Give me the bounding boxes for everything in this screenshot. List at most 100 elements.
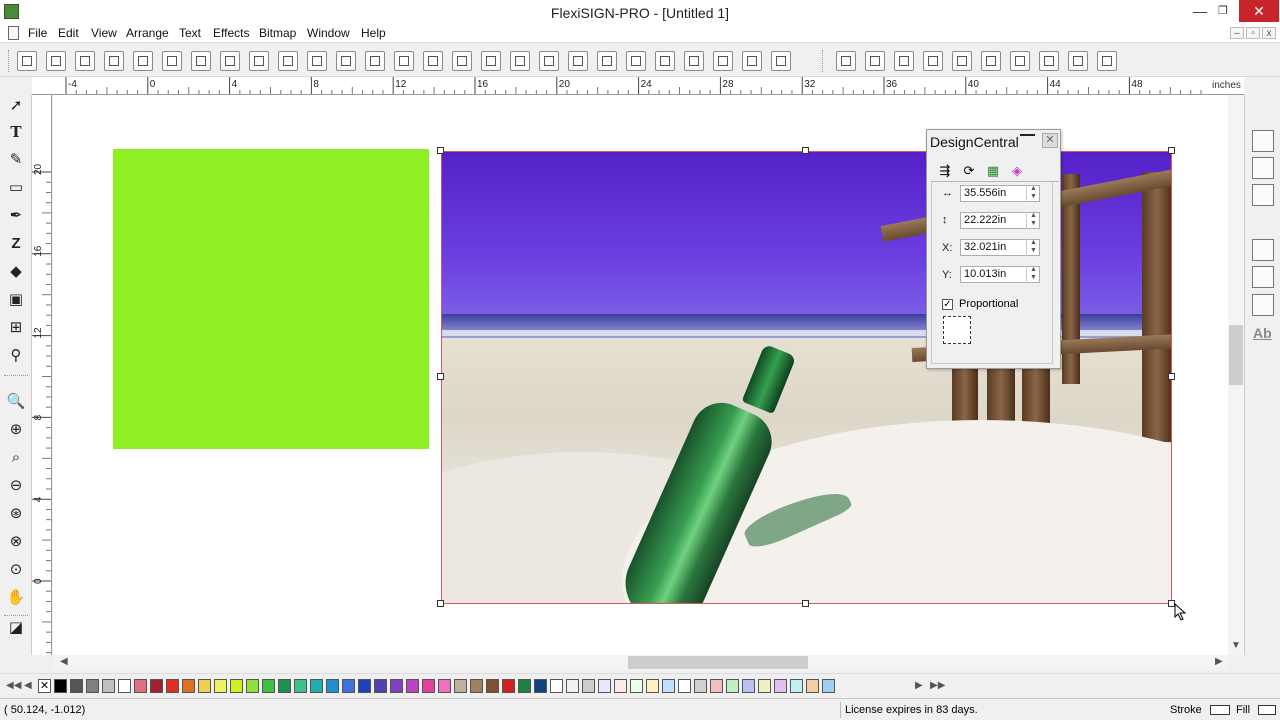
horizontal-scroll-thumb[interactable] bbox=[628, 656, 808, 669]
zoom-all-icon[interactable]: ⊛ bbox=[5, 503, 27, 525]
selection-handle[interactable] bbox=[802, 600, 809, 607]
transform-tool-icon[interactable]: ⊞ bbox=[5, 317, 27, 339]
zigzag-tool-icon[interactable]: Z bbox=[5, 233, 27, 255]
color-swatch[interactable] bbox=[310, 679, 323, 693]
select-all-icon[interactable] bbox=[481, 51, 501, 71]
y-spinner[interactable]: ▲ ▼ bbox=[1026, 266, 1040, 283]
menu-help[interactable]: Help bbox=[361, 26, 386, 40]
menu-window[interactable]: Window bbox=[307, 26, 350, 40]
pattern-swatch[interactable] bbox=[566, 679, 579, 693]
selection-handle[interactable] bbox=[437, 147, 444, 154]
zoom-previous-icon[interactable]: ⊙ bbox=[5, 559, 27, 581]
pattern-swatch[interactable] bbox=[646, 679, 659, 693]
menu-effects[interactable]: Effects bbox=[213, 26, 249, 40]
zoom-in-icon[interactable]: ⊕ bbox=[5, 419, 27, 441]
magic-wand-icon[interactable] bbox=[894, 51, 914, 71]
gradient-icon[interactable] bbox=[684, 51, 704, 71]
color-swatch[interactable] bbox=[134, 679, 147, 693]
selection-handle[interactable] bbox=[437, 600, 444, 607]
color-swatch[interactable] bbox=[390, 679, 403, 693]
pattern-swatch[interactable] bbox=[598, 679, 611, 693]
color-swatch[interactable] bbox=[70, 679, 83, 693]
pen-icon[interactable] bbox=[1010, 51, 1030, 71]
panel-minimize-button[interactable] bbox=[1020, 134, 1035, 148]
color-swatch[interactable] bbox=[294, 679, 307, 693]
panel-close-button[interactable]: ✕ bbox=[1042, 133, 1058, 148]
color-swatch[interactable] bbox=[374, 679, 387, 693]
color-swatch[interactable] bbox=[342, 679, 355, 693]
color-swatch[interactable] bbox=[470, 679, 483, 693]
zoom-page-icon[interactable]: ⌕ bbox=[5, 447, 27, 469]
cut-contour-icon[interactable] bbox=[191, 51, 211, 71]
color-tab-icon[interactable]: ◈ bbox=[1007, 162, 1027, 180]
color-swatch[interactable] bbox=[150, 679, 163, 693]
color-palette-icon[interactable] bbox=[568, 51, 588, 71]
close-button[interactable]: ✕ bbox=[1239, 0, 1279, 22]
arrange-icon[interactable] bbox=[510, 51, 530, 71]
mdi-close-button[interactable]: x bbox=[1262, 27, 1276, 39]
color-swatch[interactable] bbox=[422, 679, 435, 693]
color-swatch[interactable] bbox=[166, 679, 179, 693]
fill-swatch[interactable] bbox=[1258, 705, 1276, 715]
mdi-restore-button[interactable]: ▫ bbox=[1246, 27, 1260, 39]
pattern-swatch[interactable] bbox=[774, 679, 787, 693]
height-spinner[interactable]: ▲ ▼ bbox=[1026, 212, 1040, 229]
paste-icon[interactable] bbox=[336, 51, 356, 71]
align-center-icon[interactable] bbox=[1252, 157, 1274, 179]
color-swatch[interactable] bbox=[230, 679, 243, 693]
pattern-swatch[interactable] bbox=[678, 679, 691, 693]
menu-file[interactable]: File bbox=[28, 26, 47, 40]
undo-icon[interactable] bbox=[365, 51, 385, 71]
open-file-icon[interactable] bbox=[46, 51, 66, 71]
distribute-icon[interactable] bbox=[1252, 294, 1274, 316]
cloud-icon[interactable] bbox=[742, 51, 762, 71]
color-swatch[interactable] bbox=[278, 679, 291, 693]
menu-arrange[interactable]: Arrange bbox=[126, 26, 169, 40]
zoom-area-icon[interactable]: 🔍 bbox=[5, 391, 27, 413]
color-swatch[interactable] bbox=[406, 679, 419, 693]
pencil-icon[interactable] bbox=[952, 51, 972, 71]
production-manager-icon[interactable] bbox=[220, 51, 240, 71]
bezier-tool-icon[interactable]: ✒ bbox=[5, 205, 27, 227]
zoom-icon[interactable] bbox=[597, 51, 617, 71]
send-to-cutter-icon[interactable] bbox=[249, 51, 269, 71]
pan-hand-icon[interactable]: ✋ bbox=[5, 587, 27, 609]
toolbar-grip[interactable] bbox=[8, 50, 11, 72]
rotate-tab-icon[interactable]: ⟳ bbox=[959, 162, 979, 180]
document-icon[interactable] bbox=[8, 26, 19, 40]
vertical-scroll-thumb[interactable] bbox=[1229, 325, 1243, 385]
redo-icon[interactable] bbox=[423, 51, 443, 71]
color-swatch[interactable] bbox=[86, 679, 99, 693]
selection-handle[interactable] bbox=[1168, 147, 1175, 154]
align-left-icon[interactable] bbox=[1252, 130, 1274, 152]
select-arrow-icon[interactable]: ➚ bbox=[5, 95, 27, 117]
menu-text[interactable]: Text bbox=[179, 26, 201, 40]
horizontal-ruler[interactable]: -4 0 4 8 12 16 20 24 28 32 36 40 44 48 inches bbox=[38, 77, 1244, 95]
shape-tool-icon[interactable]: ◆ bbox=[5, 261, 27, 283]
palette-prev-icon[interactable]: ◀ bbox=[24, 680, 32, 691]
node-edit-icon[interactable]: ✎ bbox=[5, 149, 27, 171]
green-rectangle[interactable] bbox=[113, 149, 429, 449]
selection-handle[interactable] bbox=[1168, 373, 1175, 380]
cut-icon[interactable] bbox=[278, 51, 298, 71]
zoom-out-icon[interactable]: ⊖ bbox=[5, 475, 27, 497]
color-swatch[interactable] bbox=[454, 679, 467, 693]
color-swatch[interactable] bbox=[326, 679, 339, 693]
text-tool-icon[interactable]: T bbox=[5, 121, 27, 143]
selection-handle[interactable] bbox=[437, 373, 444, 380]
pattern-swatch[interactable] bbox=[550, 679, 563, 693]
maximize-button[interactable]: ❐ bbox=[1213, 0, 1233, 22]
scroll-down-icon[interactable]: ▼ bbox=[1231, 640, 1241, 651]
save-icon[interactable] bbox=[75, 51, 95, 71]
scroll-right-icon[interactable]: ▶ bbox=[1215, 656, 1223, 667]
crop-icon[interactable] bbox=[1068, 51, 1088, 71]
pattern-swatch[interactable] bbox=[822, 679, 835, 693]
text-align-icon[interactable]: Ab bbox=[1253, 325, 1272, 341]
palette-next-icon[interactable]: ▶ bbox=[915, 680, 923, 691]
color-swatch[interactable] bbox=[486, 679, 499, 693]
scroll-left-icon[interactable]: ◀ bbox=[60, 656, 68, 667]
vertical-ruler[interactable]: 20 16 12 8 4 0 bbox=[32, 95, 52, 655]
copy-icon[interactable] bbox=[307, 51, 327, 71]
pattern-swatch[interactable] bbox=[662, 679, 675, 693]
zoom-selection-icon[interactable]: ⊗ bbox=[5, 531, 27, 553]
